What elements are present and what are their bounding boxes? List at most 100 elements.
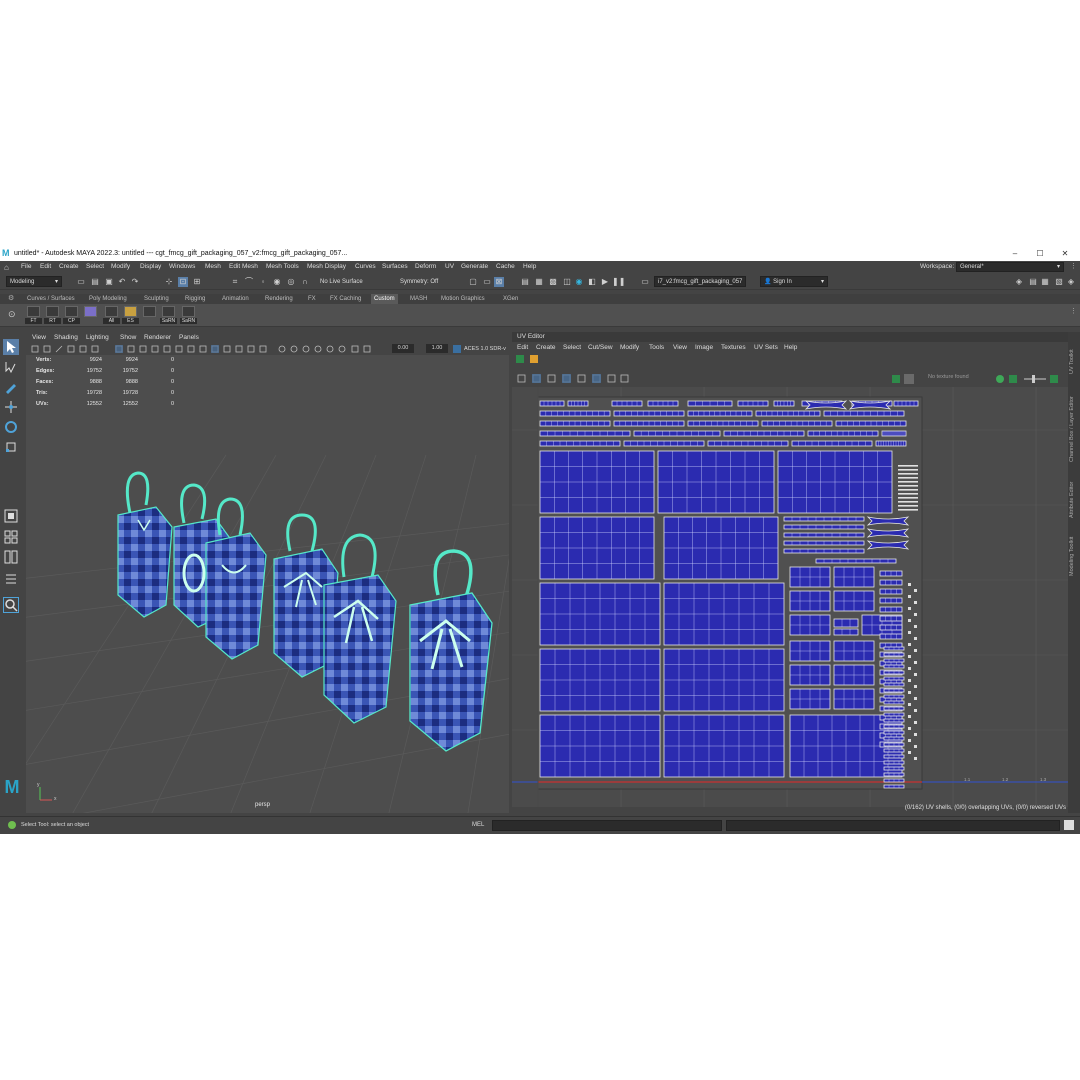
menu-select[interactable]: Select xyxy=(86,261,104,273)
magnet-icon[interactable]: ∩ xyxy=(300,277,310,287)
render-setup-icon[interactable]: ◫ xyxy=(562,277,572,287)
menu-generate[interactable]: Generate xyxy=(461,261,488,273)
uv-menu-select[interactable]: Select xyxy=(563,342,581,353)
menu-edit-mesh[interactable]: Edit Mesh xyxy=(229,261,258,273)
layout-two-button[interactable] xyxy=(3,549,19,565)
ipr-render-icon[interactable]: ⊠ xyxy=(494,277,504,287)
viewport-menu-view[interactable]: View xyxy=(32,332,46,343)
snap-point-icon[interactable]: ◦ xyxy=(258,277,268,287)
hypershade-icon[interactable]: ▦ xyxy=(534,277,544,287)
menu-edit[interactable]: Edit xyxy=(40,261,51,273)
tab-motion-graphics[interactable]: Motion Graphics xyxy=(438,294,488,304)
shelf-scroll-icon[interactable]: ⋮ xyxy=(1070,307,1077,315)
rotate-tool-button[interactable] xyxy=(3,419,19,435)
construction-history-icon[interactable]: ▢ xyxy=(468,277,478,287)
perspective-viewport[interactable]: View Shading Lighting Show Renderer Pane… xyxy=(26,332,509,813)
render-view-icon[interactable]: ▩ xyxy=(548,277,558,287)
uv-menu-modify[interactable]: Modify xyxy=(620,342,639,353)
pause-icon[interactable]: ❚❚ xyxy=(612,277,625,287)
redo-icon[interactable]: ↷ xyxy=(130,277,140,287)
shelf-button-cp[interactable]: CP xyxy=(63,306,80,324)
outliner-button[interactable] xyxy=(3,571,19,587)
maximize-button[interactable]: ☐ xyxy=(1029,246,1051,261)
viewport-menu-lighting[interactable]: Lighting xyxy=(86,332,109,343)
uv-menu-uv-sets[interactable]: UV Sets xyxy=(754,342,778,353)
uv-canvas[interactable]: 1.1 1.2 1.3 xyxy=(512,387,1068,807)
shelf-button-sarn-1[interactable]: SaRN xyxy=(160,306,177,324)
tab-custom[interactable]: Custom xyxy=(371,294,398,304)
command-input[interactable] xyxy=(492,820,722,831)
workspace-dropdown[interactable]: General* ▾ xyxy=(956,262,1064,272)
uv-menu-edit[interactable]: Edit xyxy=(517,342,528,353)
menu-display[interactable]: Display xyxy=(140,261,161,273)
scene-name-field[interactable]: i7_v2:fmcg_gift_packaging_057 xyxy=(654,276,746,287)
menu-windows[interactable]: Windows xyxy=(169,261,195,273)
gift-bag-6[interactable] xyxy=(409,549,493,752)
tab-animation[interactable]: Animation xyxy=(219,294,252,304)
play-icon[interactable]: ▶ xyxy=(600,277,610,287)
uv-toolbar[interactable] xyxy=(512,353,1068,387)
menu-file[interactable]: File xyxy=(21,261,31,273)
attribute-editor-icon[interactable]: ▤ xyxy=(1028,277,1038,287)
color-management-icon[interactable] xyxy=(453,345,461,353)
viewport-menu-shading[interactable]: Shading xyxy=(54,332,78,343)
shelf-menu-icon[interactable]: ⊙ xyxy=(8,309,16,320)
gift-bag-5[interactable] xyxy=(323,533,397,724)
tab-modeling-toolkit[interactable]: Modeling Toolkit xyxy=(1069,526,1075,576)
shelf-button-cube[interactable] xyxy=(82,306,99,324)
menu-cache[interactable]: Cache xyxy=(496,261,515,273)
tab-rendering[interactable]: Rendering xyxy=(262,294,296,304)
shelf-button-rt[interactable]: RT xyxy=(44,306,61,324)
layout-single-button[interactable] xyxy=(3,508,19,524)
snap-surface-icon[interactable]: ◎ xyxy=(286,277,296,287)
gamma-field[interactable]: 1.00 xyxy=(426,344,448,353)
uv-menu-cut-sew[interactable]: Cut/Sew xyxy=(588,342,613,353)
search-button[interactable] xyxy=(3,597,19,613)
close-button[interactable]: ✕ xyxy=(1054,246,1076,261)
select-hierarchy-icon[interactable]: ⊹ xyxy=(164,277,174,287)
select-tool-button[interactable] xyxy=(3,339,19,355)
symmetry-field[interactable]: Symmetry: Off xyxy=(400,277,438,287)
shelf-options-icon[interactable]: ⚙ xyxy=(8,294,14,302)
menu-deform[interactable]: Deform xyxy=(415,261,436,273)
tab-curves-surfaces[interactable]: Curves / Surfaces xyxy=(24,294,78,304)
open-scene-icon[interactable]: ▤ xyxy=(90,277,100,287)
shelf-button-sarn-2[interactable]: SaRN xyxy=(180,306,197,324)
tab-rigging[interactable]: Rigging xyxy=(182,294,208,304)
menu-mesh-display[interactable]: Mesh Display xyxy=(307,261,346,273)
menu-surfaces[interactable]: Surfaces xyxy=(382,261,408,273)
uv-menu-create[interactable]: Create xyxy=(536,342,556,353)
tab-uv-toolkit[interactable]: UV Toolkit xyxy=(1069,334,1075,374)
menu-create[interactable]: Create xyxy=(59,261,79,273)
tab-channel-box[interactable]: Channel Box / Layer Editor xyxy=(1069,382,1075,462)
undo-icon[interactable]: ↶ xyxy=(117,277,127,287)
menu-curves[interactable]: Curves xyxy=(355,261,376,273)
menu-mesh[interactable]: Mesh xyxy=(205,261,221,273)
menu-mesh-tools[interactable]: Mesh Tools xyxy=(266,261,299,273)
tab-xgen[interactable]: XGen xyxy=(500,294,521,304)
menu-handle-icon[interactable]: ⋮ xyxy=(1070,261,1077,273)
light-editor-icon[interactable]: ◧ xyxy=(587,277,597,287)
tab-fx-caching[interactable]: FX Caching xyxy=(327,294,364,304)
colorspace-label[interactable]: ACES 1.0 SDR-v xyxy=(464,343,506,355)
menu-help[interactable]: Help xyxy=(523,261,536,273)
select-object-icon[interactable]: ⊡ xyxy=(178,277,188,287)
layer-editor-icon[interactable]: ◈ xyxy=(1066,277,1076,287)
menu-modify[interactable]: Modify xyxy=(111,261,130,273)
modeling-toolkit-icon[interactable]: ◈ xyxy=(1014,277,1024,287)
menu-uv[interactable]: UV xyxy=(445,261,454,273)
uv-menu-tools[interactable]: Tools xyxy=(649,342,664,353)
uv-menu-view[interactable]: View xyxy=(673,342,687,353)
viewport-menu-renderer[interactable]: Renderer xyxy=(144,332,171,343)
script-editor-icon[interactable] xyxy=(1064,820,1074,830)
minimize-button[interactable]: – xyxy=(1004,246,1026,261)
live-surface-field[interactable]: No Live Surface xyxy=(320,277,363,287)
tab-fx[interactable]: FX xyxy=(305,294,319,304)
exposure-field[interactable]: 0.00 xyxy=(392,344,414,353)
viewport-icon-strip[interactable] xyxy=(30,343,380,355)
select-component-icon[interactable]: ⊞ xyxy=(192,277,202,287)
tab-poly-modeling[interactable]: Poly Modeling xyxy=(86,294,130,304)
viewport-menu-panels[interactable]: Panels xyxy=(179,332,199,343)
lasso-tool-button[interactable] xyxy=(3,359,19,375)
mode-dropdown[interactable]: Modeling ▾ xyxy=(6,276,62,287)
